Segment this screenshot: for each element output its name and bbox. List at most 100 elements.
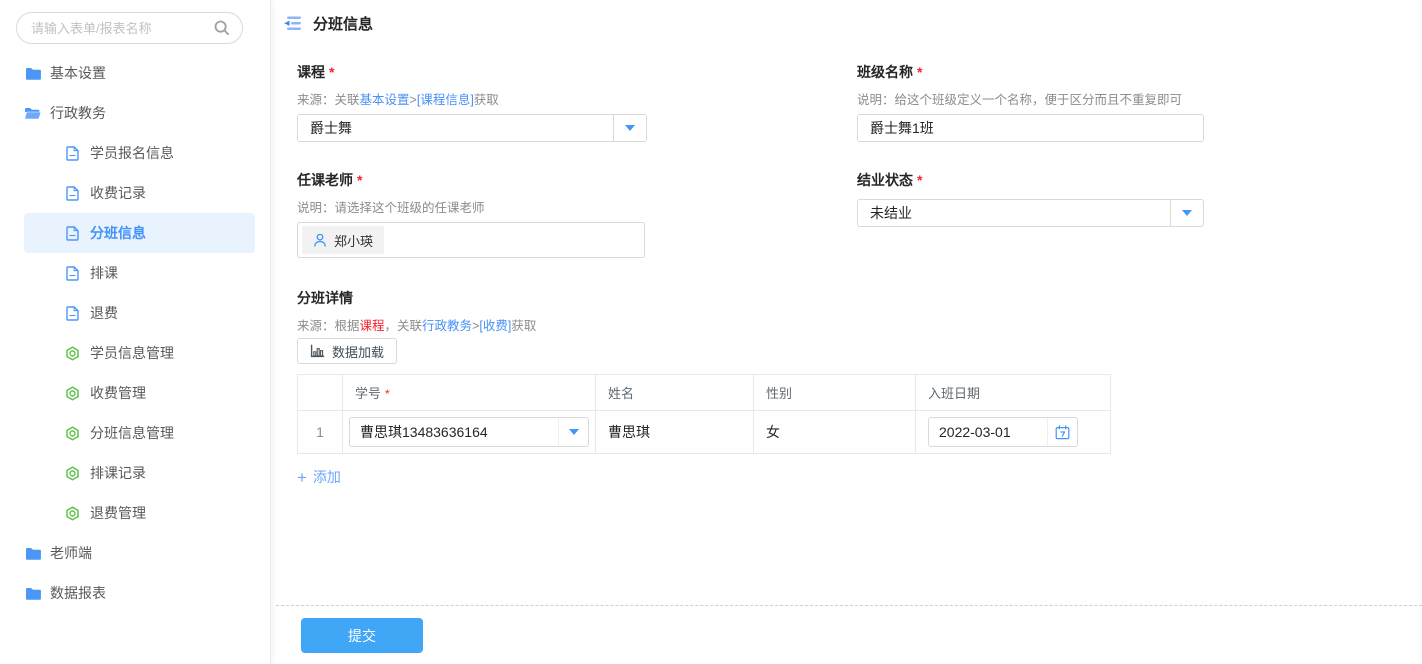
sidebar-item-student-info-mgmt[interactable]: 学员信息管理 [24,333,255,373]
data-load-button[interactable]: 数据加载 [297,338,397,364]
required-asterisk: * [357,172,362,188]
join-date-picker[interactable]: 2022-03-01 [928,417,1078,447]
chevron-down-icon[interactable] [558,418,588,446]
class-detail-table: 学号* 姓名 性别 入班日期 1 曹思琪13483636164 [297,374,1111,454]
main-content: 分班信息 课程* 来源：关联基本设置>[课程信息]获取 爵士舞 [271,0,1422,664]
row-gender-cell: 女 [754,411,916,454]
section-class-detail-source: 来源：根据课程，关联行政教务>[收费]获取 [297,315,1422,331]
source-link[interactable]: [收费] [479,319,511,333]
field-class-name: 班级名称* 说明：给这个班级定义一个名称，便于区分而且不重复即可 [857,62,1204,142]
form-row-2: 任课老师* 说明：请选择这个班级的任课老师 郑小瑛 [297,170,1422,258]
sidebar-item-label: 行政教务 [50,103,106,123]
course-select-value: 爵士舞 [298,115,613,141]
folder-icon [24,547,41,560]
required-asterisk: * [917,64,922,80]
doc-icon [64,306,81,321]
field-teacher-label: 任课老师* [297,170,857,188]
sidebar-item-basic-settings[interactable]: 基本设置 [0,53,270,93]
field-teacher-desc: 说明：请选择这个班级的任课老师 [297,197,857,213]
search-icon[interactable] [214,20,230,36]
menu-fold-icon[interactable] [283,16,302,31]
row-join-date-cell: 2022-03-01 [916,411,1111,454]
hexagon-icon [64,386,81,401]
chevron-down-icon[interactable] [1170,200,1203,226]
page-header: 分班信息 [283,12,1422,34]
sidebar-item-label: 学员信息管理 [90,343,174,363]
field-graduation-status-label: 结业状态* [857,170,1204,188]
plus-icon: + [297,469,307,486]
field-course: 课程* 来源：关联基本设置>[课程信息]获取 爵士舞 [297,62,857,142]
teacher-picker[interactable]: 郑小瑛 [297,222,645,258]
required-asterisk: * [385,387,390,401]
sidebar-item-label: 分班信息 [90,223,146,243]
required-asterisk: * [329,64,334,80]
teacher-name: 郑小瑛 [334,231,373,250]
sidebar-item-label: 数据报表 [50,583,106,603]
field-graduation-status: 结业状态* 未结业 [857,170,1204,258]
sidebar-item-label: 收费记录 [90,183,146,203]
sidebar-search [16,12,243,44]
sidebar-item-label: 排课 [90,263,118,283]
row-student-id-cell: 曹思琪13483636164 [343,411,596,454]
sidebar-item-label: 老师端 [50,543,92,563]
sidebar-item-refund[interactable]: 退费 [24,293,255,333]
source-link[interactable]: 行政教务 [422,319,472,333]
sidebar-item-label: 排课记录 [90,463,146,483]
doc-icon [64,186,81,201]
source-link[interactable]: 基本设置 [360,93,410,107]
row-index: 1 [298,411,343,454]
col-gender-header: 性别 [754,375,916,411]
page-title: 分班信息 [313,13,373,34]
folder-icon [24,587,41,600]
join-date-value: 2022-03-01 [929,418,1047,446]
doc-icon [64,226,81,241]
sidebar-item-fee-records[interactable]: 收费记录 [24,173,255,213]
section-class-detail-label: 分班详情 [297,288,1422,306]
sidebar-item-scheduling[interactable]: 排课 [24,253,255,293]
required-asterisk: * [917,172,922,188]
sidebar-item-label: 基本设置 [50,63,106,83]
field-course-source: 来源：关联基本设置>[课程信息]获取 [297,89,857,105]
teacher-chip[interactable]: 郑小瑛 [302,226,384,254]
field-class-name-label: 班级名称* [857,62,1204,80]
sidebar-item-teacher-portal[interactable]: 老师端 [0,533,270,573]
add-row-button[interactable]: + 添加 [297,467,341,487]
submit-button[interactable]: 提交 [301,618,423,653]
hexagon-icon [64,426,81,441]
doc-icon [64,266,81,281]
hexagon-icon [64,506,81,521]
student-id-value: 曹思琪13483636164 [350,418,558,446]
field-course-label: 课程* [297,62,857,80]
form-row-1: 课程* 来源：关联基本设置>[课程信息]获取 爵士舞 班级名称* 说明：给 [297,62,1422,142]
search-input[interactable] [16,12,243,44]
sidebar-item-refund-mgmt[interactable]: 退费管理 [24,493,255,533]
chevron-down-icon[interactable] [613,115,646,141]
sidebar-item-fee-mgmt[interactable]: 收费管理 [24,373,255,413]
graduation-status-select[interactable]: 未结业 [857,199,1204,227]
sidebar-item-data-reports[interactable]: 数据报表 [0,573,270,613]
sidebar-item-admin-academic[interactable]: 行政教务 [0,93,270,133]
sidebar: 基本设置 行政教务 学员报名信息 收费记录 分班信息 排课 退费 学员信息管理 [0,0,271,664]
sidebar-item-label: 分班信息管理 [90,423,174,443]
form-area: 课程* 来源：关联基本设置>[课程信息]获取 爵士舞 班级名称* 说明：给 [297,62,1422,488]
section-class-detail: 分班详情 来源：根据课程，关联行政教务>[收费]获取 数据加载 学号* 姓名 [297,288,1422,488]
field-class-name-desc: 说明：给这个班级定义一个名称，便于区分而且不重复即可 [857,89,1204,105]
sidebar-item-class-assignment-mgmt[interactable]: 分班信息管理 [24,413,255,453]
field-teacher: 任课老师* 说明：请选择这个班级的任课老师 郑小瑛 [297,170,857,258]
student-id-select[interactable]: 曹思琪13483636164 [349,417,589,447]
sidebar-item-label: 收费管理 [90,383,146,403]
folder-icon [24,67,41,80]
sidebar-item-scheduling-records[interactable]: 排课记录 [24,453,255,493]
person-icon [313,233,327,247]
class-name-input[interactable] [857,114,1204,142]
hexagon-icon [64,346,81,361]
calendar-icon[interactable] [1047,418,1077,446]
sidebar-item-class-assignment[interactable]: 分班信息 [24,213,255,253]
data-load-label: 数据加载 [332,342,384,361]
source-link[interactable]: [课程信息] [417,93,474,107]
sidebar-item-student-registration[interactable]: 学员报名信息 [24,133,255,173]
course-select[interactable]: 爵士舞 [297,114,647,142]
form-footer: 提交 [276,605,1422,664]
row-name-cell: 曹思琪 [596,411,754,454]
sidebar-item-label: 退费管理 [90,503,146,523]
